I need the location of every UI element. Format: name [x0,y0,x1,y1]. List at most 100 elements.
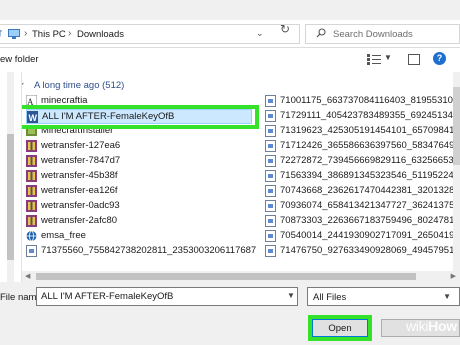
list-item[interactable]: 70540014_2441930902717091_265041980864 [265,229,453,244]
nav-scrollbar-thumb[interactable] [7,134,14,260]
search-placeholder: Search Downloads [333,29,413,40]
watermark-wiki: wiki [406,318,429,334]
image-file-icon [265,170,276,182]
list-item[interactable]: 71375560_755842738202811_235300320611768… [26,244,256,259]
list-item[interactable]: wetransfer-ea126f [26,184,252,199]
file-open-dialog: ↑ › This PC › Downloads ⌄ ↻ Search Downl… [0,0,460,345]
breadcrumb-separator-icon: › [68,28,72,39]
list-item[interactable]: wetransfer-2afc80 [26,214,252,229]
image-file-icon [26,245,37,257]
list-item[interactable]: 70873303_2263667183759496_802478101274 [265,214,453,229]
breadcrumb-this-pc[interactable]: This PC [32,29,66,40]
file-name: 70873303_2263667183759496_802478101274 [280,215,453,226]
chevron-down-icon[interactable]: ▼ [287,291,295,300]
file-name: 70540014_2441930902717091_265041980864 [280,230,453,241]
file-list: ⌄ A long time ago (512) A minecraftia W … [22,72,460,282]
file-name: wetransfer-127ea6 [41,140,121,151]
file-name: 70743668_2362617470442381_320132808681 [280,185,453,196]
file-name: 71563394_386891345323546_5119522448995 [280,170,453,181]
list-item[interactable]: 71729111_405423783489355_6924513421853 [265,109,453,124]
refresh-icon[interactable]: ↻ [280,22,290,36]
toolbar: ew folder ▼ ? [0,48,460,72]
list-item[interactable]: 71712426_365586636397560_5834764934476 [265,139,453,154]
image-file-icon [265,155,276,167]
file-list-scrollbar[interactable] [453,72,460,282]
file-name: wetransfer-7847d7 [41,155,121,166]
breadcrumb-separator-icon: › [24,28,28,39]
dialog-footer: File name: ▼ All Files ▼ Open [0,282,460,345]
image-file-icon [265,185,276,197]
preview-pane-icon[interactable] [408,54,420,65]
file-name: 71476750_927633490928069_4945795172398 [280,245,453,256]
image-file-icon [265,110,276,122]
file-name: 71712426_365586636397560_5834764934476 [280,140,453,151]
navigation-pane [0,72,22,282]
address-dropdown-icon[interactable]: ⌄ [256,28,264,39]
list-item[interactable]: wetransfer-45b38f [26,169,252,184]
breadcrumb-downloads[interactable]: Downloads [77,29,124,40]
file-name: 71729111_405423783489355_6924513421853 [280,110,453,121]
file-name: emsa_free [41,230,86,241]
list-item[interactable]: wetransfer-7847d7 [26,154,252,169]
zip-icon [26,215,37,227]
selection-highlight-box [22,105,259,129]
image-file-icon [265,140,276,152]
image-file-icon [265,230,276,242]
image-file-icon [265,200,276,212]
open-button-highlight: Open [308,315,372,341]
file-type-value: All Files [313,292,347,303]
file-name: 71001175_663737084116403_8195531035152 [280,95,453,106]
view-options-icon[interactable] [367,54,381,65]
list-item[interactable]: 71319623_425305191454101_6570984145437 [265,124,453,139]
file-name: 72272872_739456669829116_6325665302846 [280,155,453,166]
address-box[interactable]: ↑ › This PC › Downloads ⌄ [0,24,300,44]
file-name: wetransfer-45b38f [41,170,118,181]
watermark-how: How [428,318,457,334]
list-item[interactable]: 71563394_386891345323546_5119522448995 [265,169,453,184]
globe-icon [26,230,37,242]
file-type-select[interactable]: All Files ▼ [307,287,460,306]
list-item[interactable]: wetransfer-127ea6 [26,139,252,154]
nav-scrollbar[interactable] [7,72,14,282]
file-name-input[interactable] [36,287,298,306]
list-item[interactable]: 70743668_2362617470442381_320132808681 [265,184,453,199]
image-file-icon [265,215,276,227]
list-item[interactable]: emsa_free [26,229,252,244]
address-bar: ↑ › This PC › Downloads ⌄ ↻ Search Downl… [0,20,460,48]
zip-icon [26,155,37,167]
image-file-icon [265,125,276,137]
group-header[interactable]: A long time ago (512) [34,80,124,91]
list-item[interactable]: 70936074_658413421347727_3624137513679 [265,199,453,214]
list-item[interactable]: 71476750_927633490928069_4945795172398 [265,244,453,259]
up-arrow-icon[interactable]: ↑ [0,27,4,39]
image-file-icon [265,245,276,257]
wikihow-watermark: wikiHow [406,318,457,334]
list-item[interactable]: 72272872_739456669829116_6325665302846 [265,154,453,169]
list-item[interactable]: 71001175_663737084116403_8195531035152 [265,94,453,109]
file-name: 71375560_755842738202811_235300320611768… [41,245,256,256]
horizontal-scrollbar[interactable]: ◀ ▶ [22,271,460,282]
file-name: wetransfer-0adc93 [41,200,120,211]
image-file-icon [265,95,276,107]
zip-icon [26,170,37,182]
search-input[interactable]: Search Downloads [305,24,460,44]
file-name: 71319623_425305191454101_6570984145437 [280,125,453,136]
file-list-scrollbar-thumb[interactable] [453,87,460,165]
horizontal-scrollbar-thumb[interactable] [36,273,416,280]
chevron-down-icon[interactable]: ⌄ [22,77,26,88]
pc-icon [8,29,20,39]
chevron-down-icon[interactable]: ▼ [443,292,451,301]
zip-icon [26,200,37,212]
list-item[interactable]: wetransfer-0adc93 [26,199,252,214]
file-name: 70936074_658413421347727_3624137513679 [280,200,453,211]
zip-icon [26,185,37,197]
search-icon [316,28,326,38]
file-name: wetransfer-2afc80 [41,215,118,226]
scroll-left-icon[interactable]: ◀ [25,272,30,280]
help-icon[interactable]: ? [433,52,446,65]
file-name: wetransfer-ea126f [41,185,118,196]
new-folder-button[interactable]: ew folder [0,54,39,65]
view-dropdown-icon[interactable]: ▼ [384,53,392,62]
scroll-right-icon[interactable]: ▶ [451,272,456,280]
open-button[interactable]: Open [312,319,368,337]
